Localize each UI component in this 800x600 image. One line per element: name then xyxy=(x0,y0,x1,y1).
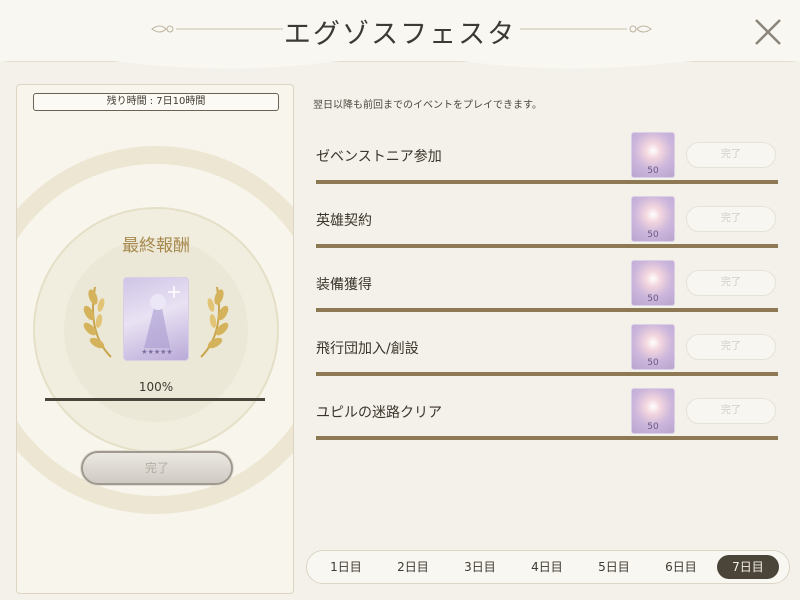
laurel-right-icon xyxy=(200,286,229,358)
mission-name: 英雄契約 xyxy=(316,213,372,229)
mission-complete-button[interactable]: 完了 xyxy=(686,334,776,360)
close-icon[interactable] xyxy=(752,16,784,48)
mission-divider xyxy=(316,308,778,312)
page-title: エグゾスフェスタ xyxy=(283,19,517,50)
tab-day-2[interactable]: 2日目 xyxy=(382,555,444,579)
mission-complete-button[interactable]: 完了 xyxy=(686,270,776,296)
remaining-time-label: 残り時間 : 7日10時間 xyxy=(33,93,279,111)
mission-row: 装備獲得 50 完了 xyxy=(316,260,778,324)
mission-reward-count: 50 xyxy=(647,358,659,368)
final-reward-panel: 残り時間 : 7日10時間 最終報酬 ★★★★★ 100% 完了 xyxy=(16,84,294,594)
mission-divider xyxy=(316,372,778,376)
mission-reward-card[interactable]: 50 xyxy=(631,196,675,242)
tab-day-4[interactable]: 4日目 xyxy=(516,555,578,579)
tab-day-1[interactable]: 1日目 xyxy=(315,555,377,579)
header-wave-divider xyxy=(0,52,800,69)
mission-name: ゼベンストニア参加 xyxy=(316,149,442,165)
mission-name: 装備獲得 xyxy=(316,277,372,293)
mission-divider xyxy=(316,436,778,440)
final-reward-card[interactable]: ★★★★★ xyxy=(123,277,189,361)
laurel-left-icon xyxy=(83,286,112,358)
progress-bar-fill xyxy=(45,398,265,401)
mission-reward-card[interactable]: 50 xyxy=(631,132,675,178)
mission-reward-count: 50 xyxy=(647,166,659,176)
mission-row: ユピルの迷路クリア 50 完了 xyxy=(316,388,778,452)
mission-row: 英雄契約 50 完了 xyxy=(316,196,778,260)
mission-complete-button[interactable]: 完了 xyxy=(686,142,776,168)
mission-reward-card[interactable]: 50 xyxy=(631,324,675,370)
mission-divider xyxy=(316,180,778,184)
mission-reward-count: 50 xyxy=(647,422,659,432)
mission-reward-card[interactable]: 50 xyxy=(631,388,675,434)
mission-name: 飛行団加入/創設 xyxy=(316,341,419,357)
mission-name: ユピルの迷路クリア xyxy=(316,405,442,421)
ornament-right-icon xyxy=(520,25,652,33)
day-tab-bar: 1日目 2日目 3日目 4日目 5日目 6日目 7日目 xyxy=(306,550,790,584)
final-complete-button[interactable]: 完了 xyxy=(81,451,233,485)
mission-reward-card[interactable]: 50 xyxy=(631,260,675,306)
event-subtitle: 翌日以降も前回までのイベントをプレイできます。 xyxy=(313,100,542,111)
mission-reward-count: 50 xyxy=(647,294,659,304)
final-reward-title: 最終報酬 xyxy=(122,236,190,256)
mission-divider xyxy=(316,244,778,248)
tab-day-5[interactable]: 5日目 xyxy=(583,555,645,579)
mission-reward-count: 50 xyxy=(647,230,659,240)
tab-day-3[interactable]: 3日目 xyxy=(449,555,511,579)
progress-bar xyxy=(45,398,265,401)
progress-percent-label: 100% xyxy=(138,380,174,394)
mission-complete-button[interactable]: 完了 xyxy=(686,398,776,424)
reward-card-stars: ★★★★★ xyxy=(141,348,173,356)
tab-day-6[interactable]: 6日目 xyxy=(650,555,712,579)
tab-day-7[interactable]: 7日目 xyxy=(717,555,779,579)
mission-complete-button[interactable]: 完了 xyxy=(686,206,776,232)
mission-row: ゼベンストニア参加 50 完了 xyxy=(316,132,778,196)
mission-row: 飛行団加入/創設 50 完了 xyxy=(316,324,778,388)
